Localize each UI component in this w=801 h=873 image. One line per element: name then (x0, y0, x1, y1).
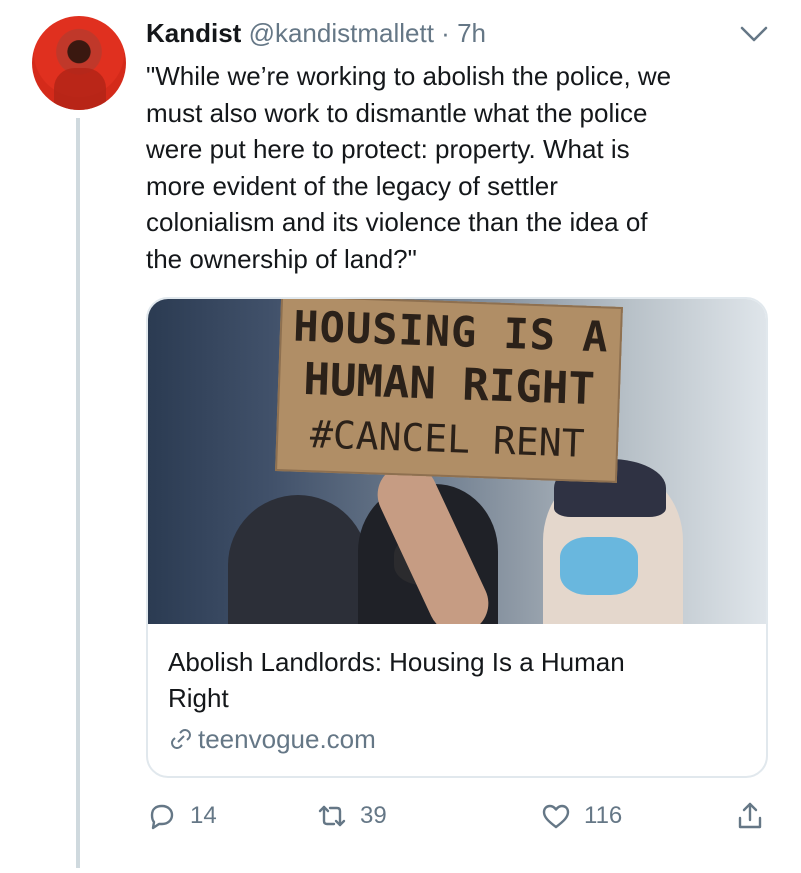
share-button[interactable] (734, 800, 766, 832)
retweet-icon (318, 805, 346, 827)
action-bar: 14 39 116 (146, 800, 776, 840)
card-domain: teenvogue.com (168, 722, 728, 756)
protester-figure (228, 495, 368, 624)
tweet-text-line: the ownership of land?" (146, 243, 417, 274)
card-title: Abolish Landlords: Housing Is a Human Ri… (168, 644, 728, 716)
caret-down-icon[interactable] (740, 24, 768, 44)
card-title-line: Right (168, 683, 229, 713)
timestamp-separator: · (441, 18, 450, 48)
tweet-text: "While we’re working to abolish the poli… (146, 58, 776, 277)
tweet-text-line: were put here to protect: property. What… (146, 134, 630, 164)
like-icon (542, 804, 570, 829)
sign-text: HUMAN RIGHT (302, 353, 596, 416)
link-card[interactable]: HOUSING IS A HUMAN RIGHT #CANCEL RENT Ab… (146, 297, 768, 778)
avatar[interactable] (32, 16, 126, 110)
user-handle[interactable]: @kandistmallett (249, 18, 434, 48)
retweet-button[interactable]: 39 (316, 800, 387, 832)
user-name[interactable]: Kandist (146, 18, 241, 48)
share-icon (738, 802, 762, 829)
avatar-figure (54, 68, 106, 110)
card-image[interactable]: HOUSING IS A HUMAN RIGHT #CANCEL RENT (148, 299, 766, 624)
protest-sign: HOUSING IS A HUMAN RIGHT #CANCEL RENT (275, 299, 623, 483)
tweet-header: Kandist @kandistmallett · 7h (146, 16, 486, 50)
reply-button[interactable]: 14 (146, 800, 217, 832)
reply-count: 14 (190, 802, 217, 829)
thread-line (76, 118, 80, 868)
like-button[interactable]: 116 (540, 800, 622, 832)
reply-icon (150, 804, 174, 830)
tweet-text-line: colonialism and its violence than the id… (146, 207, 648, 237)
card-body: Abolish Landlords: Housing Is a Human Ri… (168, 644, 728, 756)
card-title-line: Abolish Landlords: Housing Is a Human (168, 647, 625, 677)
tweet-text-line: "While we’re working to abolish the poli… (146, 61, 672, 91)
link-icon (171, 729, 191, 749)
sign-text: HOUSING IS A (292, 301, 610, 362)
card-domain-text: teenvogue.com (198, 724, 376, 754)
tweet-time[interactable]: 7h (457, 18, 486, 48)
sign-text: #CANCEL RENT (309, 412, 586, 466)
retweet-count: 39 (360, 802, 387, 829)
face-mask (560, 537, 638, 595)
tweet-text-line: more evident of the legacy of settler (146, 170, 558, 201)
tweet-text-line: must also work to dismantle what the pol… (146, 97, 648, 128)
like-count: 116 (584, 802, 623, 829)
